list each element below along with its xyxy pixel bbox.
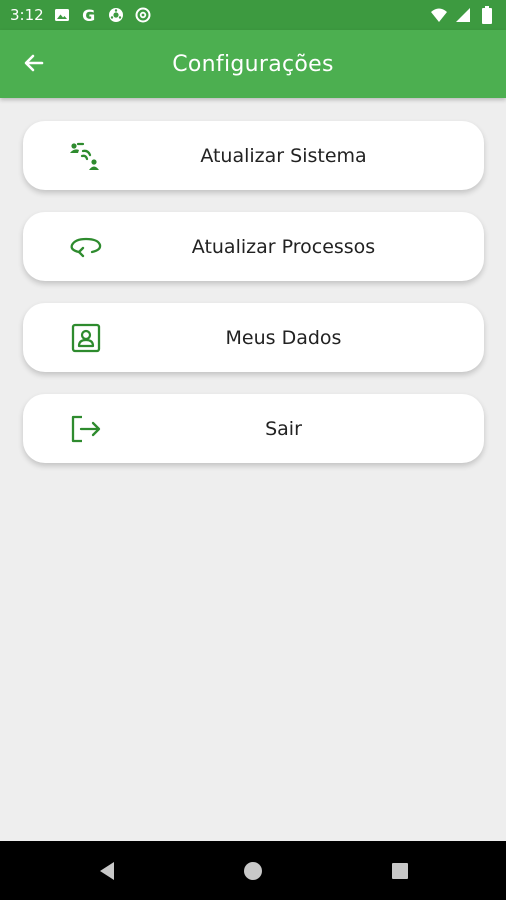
game-icon xyxy=(107,6,125,24)
status-right xyxy=(430,6,496,24)
arrow-left-icon xyxy=(22,51,46,79)
app-bar: Configurações xyxy=(0,30,506,98)
wifi-icon xyxy=(430,6,448,24)
page-title: Configurações xyxy=(172,51,334,77)
recents-square-icon[interactable] xyxy=(389,860,411,882)
battery-icon xyxy=(478,6,496,24)
system-nav-bar xyxy=(0,841,506,900)
logout-button[interactable]: Sair xyxy=(23,394,484,463)
signal-icon xyxy=(454,6,472,24)
back-button[interactable] xyxy=(18,49,50,81)
update-processes-label: Atualizar Processos xyxy=(191,235,376,258)
home-circle-icon[interactable] xyxy=(242,860,264,882)
status-left: 3:12 G xyxy=(10,5,152,25)
back-triangle-icon[interactable] xyxy=(96,860,118,882)
update-system-button[interactable]: Atualizar Sistema xyxy=(23,121,484,190)
status-bar: 3:12 G xyxy=(0,0,506,30)
settings-menu: Atualizar Sistema Atualizar Processos Me… xyxy=(23,121,484,485)
logout-label: Sair xyxy=(265,417,302,440)
photo-icon xyxy=(53,6,71,24)
my-data-button[interactable]: Meus Dados xyxy=(23,303,484,372)
update-system-label: Atualizar Sistema xyxy=(200,144,367,167)
status-time: 3:12 xyxy=(10,6,44,24)
at-icon xyxy=(134,6,152,24)
google-icon: G xyxy=(82,5,96,25)
update-processes-button[interactable]: Atualizar Processos xyxy=(23,212,484,281)
my-data-label: Meus Dados xyxy=(225,326,342,349)
